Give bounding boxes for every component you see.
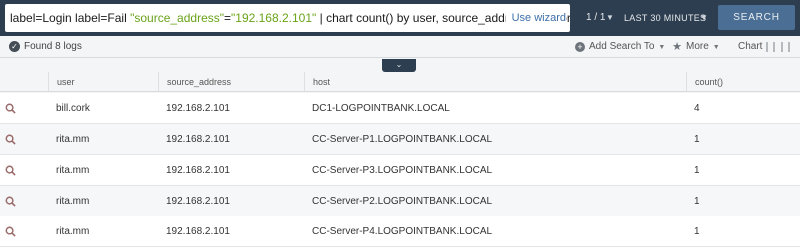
table-row: rita.mm 192.168.2.101 CC-Server-P1.LOGPO… <box>0 124 800 155</box>
magnifier-icon[interactable] <box>5 134 16 145</box>
chevron-down-icon[interactable]: ▼ <box>606 0 614 36</box>
magnifier-icon[interactable] <box>5 226 16 237</box>
star-icon: ★ <box>672 41 682 53</box>
table-row: rita.mm 192.168.2.101 CC-Server-P2.LOGPO… <box>0 186 800 217</box>
cell-user: rita.mm <box>56 226 90 237</box>
time-range-select[interactable]: LAST 30 MINUTES <box>624 0 706 36</box>
cell-count: 4 <box>694 103 700 114</box>
cell-host: CC-Server-P4.LOGPOINTBANK.LOCAL <box>312 226 493 237</box>
magnifier-icon[interactable] <box>5 103 16 114</box>
cell-count: 1 <box>694 196 700 207</box>
query-text: label=Login label=Fail "source_address"=… <box>10 11 570 25</box>
use-wizard-link[interactable]: Use wizard <box>505 4 566 32</box>
column-header-host[interactable]: host <box>304 72 686 92</box>
cell-source-address: 192.168.2.101 <box>166 196 230 207</box>
table-row: rita.mm 192.168.2.101 CC-Server-P4.LOGPO… <box>0 216 800 247</box>
cell-host: CC-Server-P1.LOGPOINTBANK.LOCAL <box>312 134 493 145</box>
cell-host: CC-Server-P3.LOGPOINTBANK.LOCAL <box>312 165 493 176</box>
cell-user: bill.cork <box>56 103 90 114</box>
add-search-to-button[interactable]: + Add Search To ▼ <box>575 36 665 59</box>
list-view-icon[interactable] <box>766 42 775 52</box>
chevron-down-icon: ⌄ <box>395 60 403 69</box>
query-input[interactable]: label=Login label=Fail "source_address"=… <box>5 4 570 32</box>
magnifier-icon[interactable] <box>5 165 16 176</box>
cell-user: rita.mm <box>56 134 90 145</box>
cell-host: DC1-LOGPOINTBANK.LOCAL <box>312 103 450 114</box>
column-header-count[interactable]: count() <box>686 72 800 92</box>
results-status-bar: ✓ Found 8 logs + Add Search To ▼ ★ More ▼ Ch… <box>0 36 800 58</box>
table-header: user source_address host count() <box>0 72 800 92</box>
chart-label[interactable]: Chart <box>738 36 762 58</box>
column-header-user[interactable]: user <box>48 72 158 92</box>
cell-count: 1 <box>694 134 700 145</box>
cell-count: 1 <box>694 226 700 237</box>
cell-host: CC-Server-P2.LOGPOINTBANK.LOCAL <box>312 196 493 207</box>
cell-source-address: 192.168.2.101 <box>166 165 230 176</box>
found-count: Found 8 logs <box>24 41 82 52</box>
search-button[interactable]: SEARCH <box>718 5 795 30</box>
table-row: bill.cork 192.168.2.101 DC1-LOGPOINTBANK… <box>0 93 800 124</box>
column-header-source-address[interactable]: source_address <box>158 72 304 92</box>
check-circle-icon: ✓ <box>9 41 20 52</box>
chevron-down-icon[interactable]: ▼ <box>700 0 708 36</box>
table-row: rita.mm 192.168.2.101 CC-Server-P3.LOGPO… <box>0 155 800 186</box>
query-toolbar: label=Login label=Fail "source_address"=… <box>0 0 800 36</box>
cell-user: rita.mm <box>56 196 90 207</box>
cell-source-address: 192.168.2.101 <box>166 134 230 145</box>
cell-source-address: 192.168.2.101 <box>166 226 230 237</box>
magnifier-icon[interactable] <box>5 196 16 207</box>
pager[interactable]: 1 / 1 <box>586 0 605 36</box>
chevron-down-icon: ▼ <box>712 44 720 51</box>
more-button[interactable]: ★ More ▼ <box>672 36 720 59</box>
collapse-handle[interactable]: ⌄ <box>382 59 416 72</box>
chevron-down-icon: ▼ <box>658 44 666 51</box>
plus-circle-icon: + <box>575 42 585 52</box>
cell-source-address: 192.168.2.101 <box>166 103 230 114</box>
grid-view-icon[interactable] <box>781 42 790 52</box>
cell-count: 1 <box>694 165 700 176</box>
cell-user: rita.mm <box>56 165 90 176</box>
